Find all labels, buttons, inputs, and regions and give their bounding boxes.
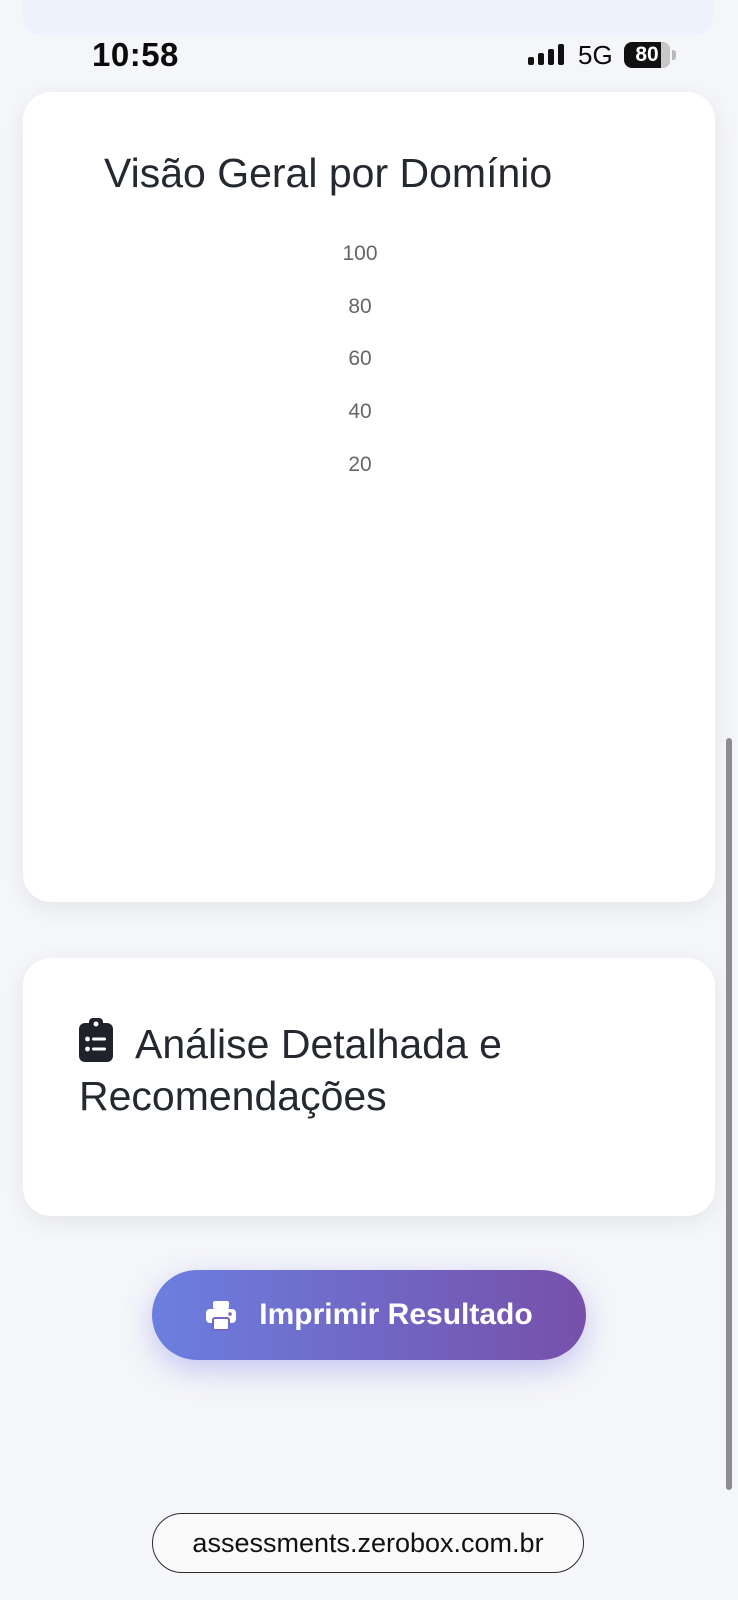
cellular-signal-icon <box>528 44 564 65</box>
status-time: 10:58 <box>92 36 179 73</box>
detailed-analysis-card: Análise Detalhada e Recomendações <box>23 958 715 1216</box>
analysis-title: Análise Detalhada e Recomendações <box>79 1018 639 1122</box>
page-scrollbar[interactable] <box>726 738 732 1490</box>
y-tick-label: 60 <box>348 347 372 370</box>
domain-overview-card: Visão Geral por Domínio 100 80 60 40 20 <box>23 92 715 902</box>
print-result-button[interactable]: Imprimir Resultado <box>152 1270 586 1360</box>
y-tick-label: 20 <box>348 453 372 476</box>
url-text: assessments.zerobox.com.br <box>192 1527 544 1558</box>
address-bar[interactable]: assessments.zerobox.com.br <box>152 1513 584 1573</box>
battery-level: 80 <box>635 43 659 66</box>
status-bar: 10:58 5G 80 <box>0 30 738 80</box>
network-type: 5G <box>578 40 613 70</box>
chart-title: Visão Geral por Domínio <box>104 150 553 196</box>
battery-icon: 80 <box>624 42 676 68</box>
printer-icon <box>206 1301 237 1331</box>
battery-cap <box>672 50 676 60</box>
y-tick-label: 40 <box>348 400 372 423</box>
analysis-title-text: Análise Detalhada e Recomendações <box>79 1021 502 1119</box>
y-tick-label: 80 <box>348 295 372 318</box>
y-tick-label: 100 <box>342 242 378 265</box>
clipboard-list-icon <box>79 1018 113 1062</box>
print-button-label: Imprimir Resultado <box>259 1298 533 1331</box>
